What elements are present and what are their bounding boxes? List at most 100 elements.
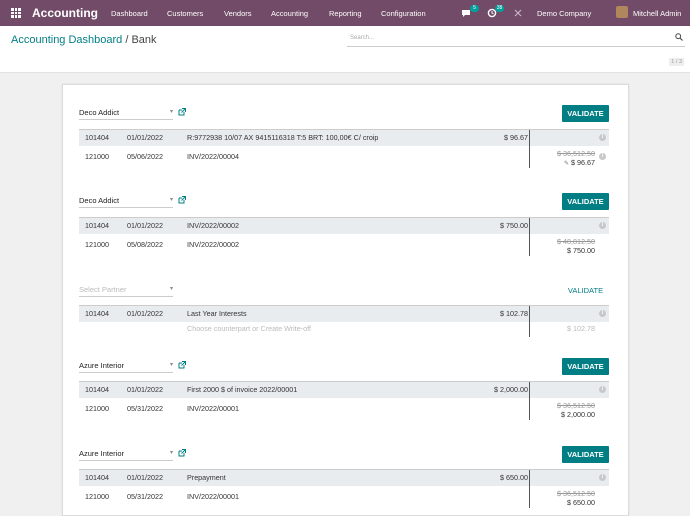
info-icon[interactable]: i (599, 222, 606, 229)
column-divider (529, 130, 530, 146)
chevron-down-icon[interactable]: ▾ (170, 361, 173, 368)
line-date: 01/01/2022 (127, 385, 163, 394)
messages-icon[interactable] (461, 9, 471, 18)
counterpart-line[interactable]: Choose counterpart or Create Write-off $… (79, 321, 609, 337)
line-date: 01/01/2022 (127, 221, 163, 230)
validate-button[interactable]: VALIDATE (562, 358, 609, 375)
column-divider (529, 382, 530, 398)
chevron-down-icon[interactable]: ▾ (170, 108, 173, 115)
line-date: 01/01/2022 (127, 473, 163, 482)
breadcrumb: Accounting Dashboard / Bank (11, 34, 157, 46)
info-icon[interactable]: i (599, 474, 606, 481)
statement-line: 101404 01/01/2022 First 2000 $ of invoic… (79, 381, 609, 398)
line-amount: $ 102.78 (500, 309, 528, 318)
search-icon[interactable] (675, 33, 683, 41)
activities-badge: 38 (495, 5, 504, 12)
external-link-icon[interactable] (177, 195, 187, 205)
partner-field[interactable]: Select Partner ▾ (79, 284, 173, 297)
control-panel: Accounting Dashboard / Bank Search... 1 … (0, 26, 690, 73)
line-label: INV/2022/00002 (187, 240, 239, 249)
statement-line: 101404 01/01/2022 Last Year Interests $ … (79, 305, 609, 322)
amount-column: $ 36,512.50 ✎ $ 96.67 (557, 149, 595, 169)
column-divider (529, 218, 530, 234)
breadcrumb-current: Bank (131, 34, 157, 46)
original-amount: $ 48,812.50 (557, 237, 595, 246)
column-divider (529, 234, 530, 256)
reconcile-amount[interactable]: $ 750.00 (557, 246, 595, 255)
search-placeholder: Search... (350, 35, 375, 41)
column-divider (529, 398, 530, 420)
app-name[interactable]: Accounting (32, 6, 98, 20)
validate-button[interactable]: VALIDATE (562, 282, 609, 299)
original-amount: $ 36,512.50 (557, 149, 595, 158)
account-code: 101404 (85, 133, 109, 142)
partner-name: Deco Addict (79, 196, 120, 205)
line-amount: $ 650.00 (500, 473, 528, 482)
account-code: 101404 (85, 221, 109, 230)
validate-button[interactable]: VALIDATE (562, 446, 609, 463)
account-code: 101404 (85, 385, 109, 394)
info-icon[interactable]: i (599, 386, 606, 393)
app-menu-icon[interactable] (11, 8, 21, 18)
external-link-icon[interactable] (177, 360, 187, 370)
partner-field[interactable]: Azure Interior ▾ (79, 448, 173, 461)
line-label: INV/2022/00002 (187, 221, 239, 230)
partner-field[interactable]: Deco Addict ▾ (79, 195, 173, 208)
menu-reporting[interactable]: Reporting (329, 9, 362, 18)
partner-field[interactable]: Azure Interior ▾ (79, 360, 173, 373)
menu-vendors[interactable]: Vendors (224, 9, 252, 18)
line-date: 01/01/2022 (127, 309, 163, 318)
partner-name: Azure Interior (79, 449, 125, 458)
account-code: 101404 (85, 473, 109, 482)
reconcile-amount: $ 102.78 (567, 324, 595, 333)
search-input[interactable]: Search... (347, 32, 685, 47)
info-icon[interactable]: i (599, 310, 606, 317)
breadcrumb-parent[interactable]: Accounting Dashboard (11, 34, 122, 46)
amount-column: $ 102.78 (567, 321, 595, 337)
top-navbar: Accounting Dashboard Customers Vendors A… (0, 0, 690, 26)
chevron-down-icon[interactable]: ▾ (170, 449, 173, 456)
counterpart-line[interactable]: 121000 05/08/2022 INV/2022/00002 $ 48,81… (79, 234, 609, 256)
partner-field[interactable]: Deco Addict ▾ (79, 107, 173, 120)
pencil-icon[interactable]: ✎ (564, 161, 569, 167)
menu-configuration[interactable]: Configuration (381, 9, 426, 18)
account-code: 101404 (85, 309, 109, 318)
counterpart-hint[interactable]: Choose counterpart or Create Write-off (187, 321, 311, 337)
line-label: Prepayment (187, 473, 226, 482)
validate-button[interactable]: VALIDATE (562, 193, 609, 210)
line-date: 05/06/2022 (127, 152, 163, 161)
menu-accounting[interactable]: Accounting (271, 9, 308, 18)
line-date: 05/31/2022 (127, 404, 163, 413)
reconcile-amount[interactable]: $ 2,000.00 (557, 410, 595, 419)
external-link-icon[interactable] (177, 448, 187, 458)
partner-name: Azure Interior (79, 361, 125, 370)
reconcile-amount[interactable]: $ 650.00 (557, 498, 595, 507)
debug-icon[interactable] (514, 9, 522, 17)
original-amount: $ 36,512.50 (557, 401, 595, 410)
menu-dashboard[interactable]: Dashboard (111, 9, 148, 18)
original-amount: $ 36,512.50 (557, 489, 595, 498)
line-label: Last Year Interests (187, 309, 247, 318)
line-amount: $ 750.00 (500, 221, 528, 230)
counterpart-line[interactable]: 121000 05/06/2022 INV/2022/00004 $ 36,51… (79, 146, 609, 168)
info-icon[interactable]: i (599, 134, 606, 141)
user-menu[interactable]: Mitchell Admin (633, 9, 681, 18)
partner-placeholder: Select Partner (79, 285, 127, 294)
info-icon[interactable]: i (599, 153, 606, 160)
counterpart-line[interactable]: 121000 05/31/2022 INV/2022/00001 $ 36,51… (79, 398, 609, 420)
chevron-down-icon[interactable]: ▾ (170, 285, 173, 292)
company-switcher[interactable]: Demo Company (537, 9, 591, 18)
user-avatar[interactable] (616, 6, 628, 18)
column-divider (529, 470, 530, 486)
reconcile-amount[interactable]: $ 96.67 (571, 158, 595, 167)
reconciliation-sheet: Deco Addict ▾ VALIDATE 101404 01/01/2022… (62, 84, 629, 516)
menu-customers[interactable]: Customers (167, 9, 203, 18)
column-divider (529, 146, 530, 168)
line-date: 05/08/2022 (127, 240, 163, 249)
chevron-down-icon[interactable]: ▾ (170, 196, 173, 203)
account-code: 121000 (85, 152, 109, 161)
external-link-icon[interactable] (177, 107, 187, 117)
pager[interactable]: 1 / 3 (669, 58, 684, 66)
validate-button[interactable]: VALIDATE (562, 105, 609, 122)
line-date: 01/01/2022 (127, 133, 163, 142)
